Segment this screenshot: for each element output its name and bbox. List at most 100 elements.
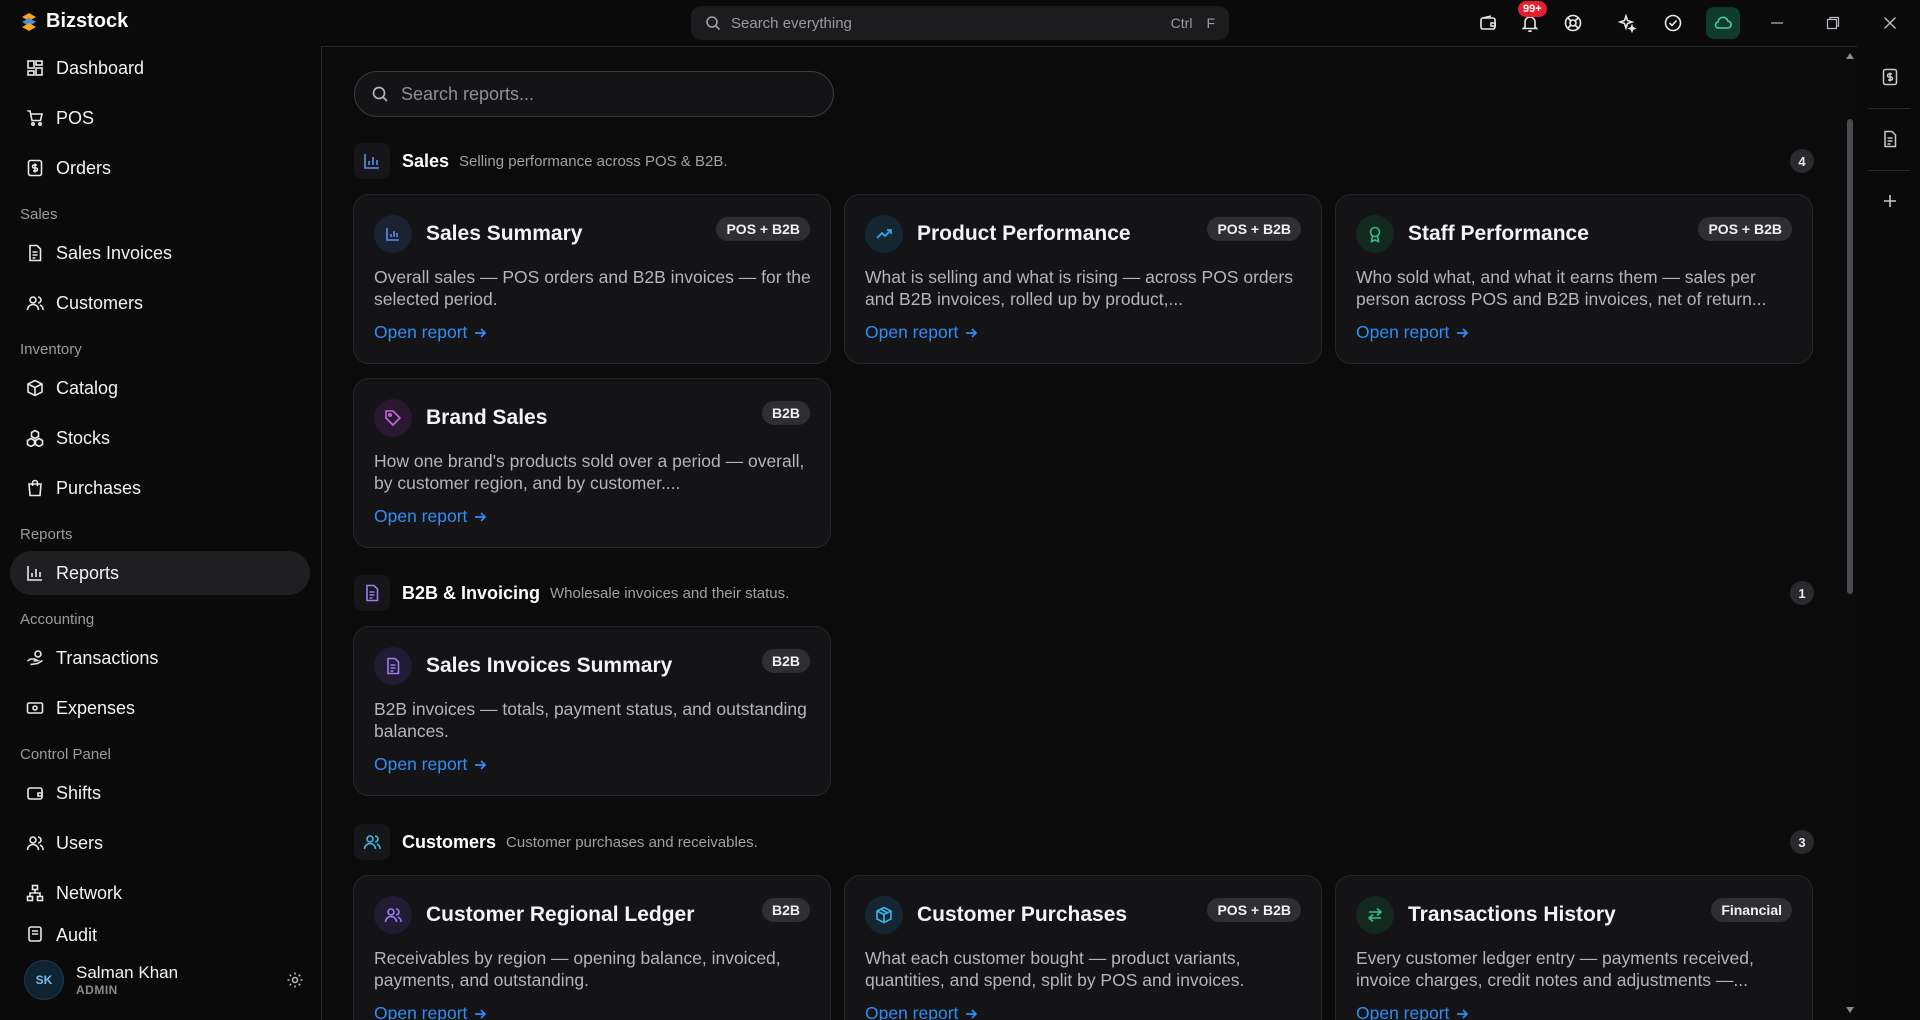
report-card-product-performance[interactable]: Product Performance POS + B2B What is se… [844,194,1322,364]
card-title: Sales Summary [426,222,583,245]
title-bar: Bizstock Search everything Ctrl F 99+ [0,0,1920,46]
section-count: 1 [1790,581,1814,605]
user-profile[interactable]: SK Salman Khan ADMIN [24,955,304,1005]
users-icon [374,896,412,934]
report-card-customer-purchases[interactable]: Customer Purchases POS + B2B What each c… [844,875,1322,1020]
open-report-label: Open report [374,322,468,342]
bar-chart-icon [354,143,390,179]
section-title: Sales [402,150,450,171]
report-card-transactions-history[interactable]: Transactions History Financial Every cus… [1335,875,1813,1020]
scroll-thumb[interactable] [1847,119,1853,594]
sidebar-item-orders[interactable]: Orders [10,146,310,190]
network-icon [26,884,44,902]
arrows-icon [1356,896,1394,934]
wallet-icon[interactable] [1476,11,1500,35]
sidebar-item-label: Network [56,882,123,903]
document-icon [374,647,412,685]
open-report-link[interactable]: Open report [865,1003,978,1020]
dollar-doc-icon[interactable] [1879,66,1901,88]
restore-icon[interactable] [1821,11,1845,35]
user-role: ADMIN [76,983,118,997]
search-placeholder: Search everything [731,14,852,32]
sidebar-item-shifts[interactable]: Shifts [10,771,310,815]
document-icon[interactable] [1879,128,1901,150]
arrow-right-icon [473,1007,487,1020]
sidebar-item-reports[interactable]: Reports [10,551,310,595]
section-customers-header: Customers Customer purchases and receiva… [354,824,1814,860]
section-count: 4 [1790,149,1814,173]
sidebar-item-customers[interactable]: Customers [10,281,310,325]
open-report-link[interactable]: Open report [1356,322,1469,343]
settings-gear-icon[interactable] [286,971,304,989]
rail-divider [1868,170,1910,171]
report-search-input[interactable] [401,83,801,105]
check-circle-icon[interactable] [1661,11,1685,35]
plus-icon[interactable] [1879,190,1901,212]
report-search[interactable] [354,71,834,117]
arrow-right-icon [473,326,487,340]
sidebar-item-pos[interactable]: POS [10,96,310,140]
sidebar-item-transactions[interactable]: Transactions [10,636,310,680]
report-card-sales-invoices-summary[interactable]: Sales Invoices Summary B2B B2B invoices … [353,626,831,796]
sidebar-item-sales-invoices[interactable]: Sales Invoices [10,231,310,275]
report-card-customer-regional-ledger[interactable]: Customer Regional Ledger B2B Receivables… [353,875,831,1020]
sidebar-item-catalog[interactable]: Catalog [10,366,310,410]
open-report-link[interactable]: Open report [374,1003,487,1020]
sidebar-item-users[interactable]: Users [10,821,310,865]
brand[interactable]: Bizstock [18,10,128,33]
section-sales-header: Sales Selling performance across POS & B… [354,143,1814,179]
sidebar-item-stocks[interactable]: Stocks [10,416,310,460]
section-title: B2B & Invoicing [402,582,541,603]
scroll-down-icon[interactable] [1846,1007,1854,1013]
sidebar-item-audit[interactable]: Audit [10,921,310,945]
section-subtitle: Selling performance across POS & B2B. [459,152,728,170]
scrollbar[interactable] [1843,47,1857,1020]
open-report-label: Open report [865,1003,959,1020]
sidebar-item-purchases[interactable]: Purchases [10,466,310,510]
sidebar-item-label: Reports [56,562,120,583]
sidebar-item-network[interactable]: Network [10,871,310,915]
user-name: Salman Khan [76,963,179,982]
card-badge: B2B [761,898,810,922]
arrow-right-icon [964,1007,978,1020]
open-report-link[interactable]: Open report [374,754,487,775]
card-badge: POS + B2B [1698,217,1792,241]
hand-coins-icon [26,649,44,667]
open-report-label: Open report [374,1003,468,1020]
card-description: What each customer bought — product vari… [865,948,1245,990]
card-badge: POS + B2B [716,217,810,241]
sidebar-item-label: Catalog [56,377,119,398]
sparkles-icon[interactable] [1615,11,1639,35]
report-card-sales-summary[interactable]: Sales Summary POS + B2B Overall sales — … [353,194,831,364]
report-card-staff-performance[interactable]: Staff Performance POS + B2B Who sold wha… [1335,194,1813,364]
bag-icon [26,479,44,497]
card-badge: POS + B2B [1207,217,1301,241]
users-icon [26,294,44,312]
global-search[interactable]: Search everything Ctrl F [691,6,1229,40]
open-report-link[interactable]: Open report [1356,1003,1469,1020]
notification-badge: 99+ [1518,1,1547,17]
card-badge: POS + B2B [1207,898,1301,922]
close-icon[interactable] [1878,11,1902,35]
cloud-sync-button[interactable] [1706,7,1740,39]
rail-divider [1868,108,1910,109]
document-icon [26,244,44,262]
minimize-icon[interactable] [1765,11,1789,35]
sidebar-item-label: Shifts [56,782,102,803]
card-title: Transactions History [1408,903,1616,926]
sidebar-item-label: Stocks [56,427,111,448]
help-lifebuoy-icon[interactable] [1561,11,1585,35]
open-report-link[interactable]: Open report [865,322,978,343]
sidebar-item-label: Purchases [56,477,142,498]
open-report-link[interactable]: Open report [374,322,487,343]
scroll-up-icon[interactable] [1846,53,1854,59]
search-icon [371,85,389,103]
sidebar-item-dashboard[interactable]: Dashboard [10,46,310,90]
arrow-right-icon [1455,326,1469,340]
card-description: Overall sales — POS orders and B2B invoi… [374,267,811,309]
sidebar-item-expenses[interactable]: Expenses [10,686,310,730]
report-card-brand-sales[interactable]: Brand Sales B2B How one brand's products… [353,378,831,548]
open-report-link[interactable]: Open report [374,506,487,527]
sidebar-item-label: POS [56,107,95,128]
card-badge: B2B [761,401,810,425]
